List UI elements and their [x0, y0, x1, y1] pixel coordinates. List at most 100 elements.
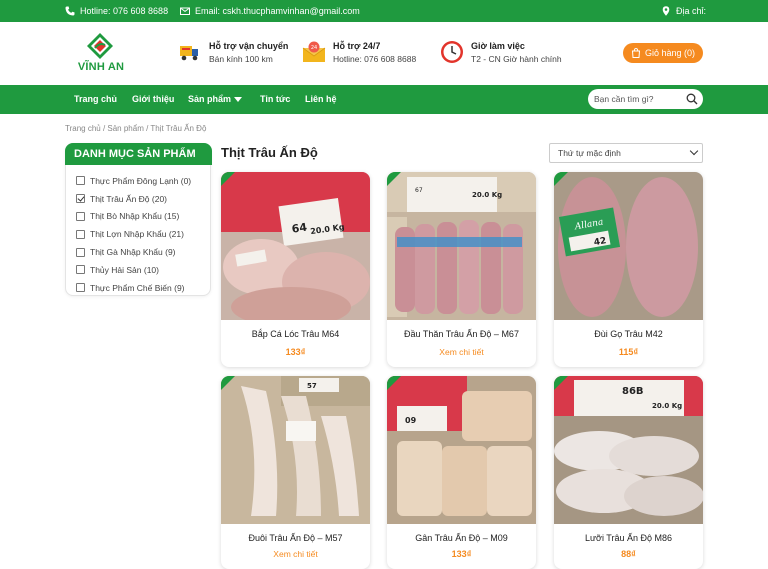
product-label-code: 86B: [622, 386, 644, 397]
checkbox[interactable]: [76, 283, 85, 293]
product-image[interactable]: 86B 20.0 Kg: [554, 376, 703, 524]
support-info: 24 Hỗ trợ 24/7 Hotline: 076 608 8688: [302, 40, 416, 66]
envelope-icon: [180, 7, 190, 15]
product-card[interactable]: 86B 20.0 Kg Lưỡi Trâu Ấn Độ M86 88₫: [554, 376, 703, 569]
product-label-code: 57: [307, 382, 317, 390]
product-name[interactable]: Bắp Cá Lóc Trâu M64: [221, 329, 370, 339]
category-label: Thịt Lợn Nhập Khẩu (21): [90, 229, 184, 240]
category-list: Thực Phẩm Đông Lạnh (0) Thịt Trâu Ấn Độ …: [76, 172, 191, 297]
product-price: 133₫: [451, 549, 472, 559]
category-item[interactable]: Thực Phẩm Chế Biến (9): [76, 279, 191, 297]
product-label-code: 64: [291, 221, 308, 236]
support-title: Hỗ trợ 24/7: [333, 41, 381, 51]
nav-item-contact[interactable]: Liên hệ: [305, 85, 337, 114]
category-item[interactable]: Thực Phẩm Đông Lạnh (0): [76, 172, 191, 190]
nav-item-news[interactable]: Tin tức: [260, 85, 290, 114]
shipping-title: Hỗ trợ vận chuyển: [209, 41, 289, 51]
view-details-link[interactable]: Xem chi tiết: [221, 549, 370, 559]
product-name[interactable]: Lưỡi Trâu Ấn Độ M86: [554, 533, 703, 543]
product-image[interactable]: 09: [387, 376, 536, 524]
hours-subtitle: T2 - CN Giờ hành chính: [471, 54, 562, 64]
logo[interactable]: VĨNH AN: [77, 32, 125, 78]
category-label: Thủy Hải Sản (10): [90, 264, 159, 275]
category-label: Thịt Gà Nhập Khẩu (9): [90, 247, 176, 258]
cart-button[interactable]: Giỏ hàng (0): [623, 43, 703, 63]
brand-name: VĨNH AN: [77, 61, 125, 73]
main-nav: Trang chủ Giới thiệu Sản phẩm Tin tức Li…: [0, 85, 768, 114]
view-details-link[interactable]: Xem chi tiết: [387, 347, 536, 357]
product-image[interactable]: 57: [221, 376, 370, 524]
shopping-bag-icon: [631, 48, 641, 58]
sort-select[interactable]: Thứ tự mặc định: [549, 143, 703, 163]
nav-item-about[interactable]: Giới thiệu: [132, 85, 174, 114]
checkbox[interactable]: [76, 211, 85, 221]
phone-icon: [65, 6, 75, 16]
category-item[interactable]: Thịt Gà Nhập Khẩu (9): [76, 243, 191, 261]
product-card[interactable]: 64 20.0 Kg Bắp Cá Lóc Trâu M64 133₫: [221, 172, 370, 367]
product-label-weight: 20.0 Kg: [472, 191, 502, 199]
category-label: Thực Phẩm Chế Biến (9): [90, 282, 185, 293]
chevron-down-icon: [234, 97, 243, 103]
category-item[interactable]: Thịt Bò Nhập Khẩu (15): [76, 208, 191, 226]
category-item[interactable]: Thủy Hải Sản (10): [76, 261, 191, 279]
search-input[interactable]: [594, 92, 682, 106]
product-card[interactable]: 57 Đuôi Trâu Ấn Độ – M57 Xem chi tiết: [221, 376, 370, 569]
support-subtitle: Hotline: 076 608 8688: [333, 54, 417, 64]
hotline-text: Hotline: 076 608 8688: [80, 6, 169, 16]
product-name[interactable]: Đùi Gọ Trâu M42: [554, 329, 703, 339]
product-name[interactable]: Đầu Thăn Trâu Ấn Độ – M67: [387, 329, 536, 339]
product-name[interactable]: Gân Trâu Ấn Độ – M09: [387, 533, 536, 543]
checkbox[interactable]: [76, 229, 85, 239]
email-text: Email: cskh.thucphamvinhan@gmail.com: [195, 6, 360, 16]
shipping-subtitle: Bán kính 100 km: [209, 54, 273, 64]
category-item[interactable]: Thịt Trâu Ấn Độ (20): [76, 190, 191, 208]
cart-label: Giỏ hàng (0): [644, 48, 696, 58]
product-image[interactable]: 67 20.0 Kg: [387, 172, 536, 320]
logo-mark-icon: [87, 33, 113, 59]
product-image[interactable]: 64 20.0 Kg: [221, 172, 370, 320]
category-label: Thịt Bò Nhập Khẩu (15): [90, 211, 180, 222]
location-pin-icon: [662, 6, 670, 16]
product-label-code: 09: [405, 416, 417, 425]
category-sidebar: DANH MỤC SẢN PHẨM Thực Phẩm Đông Lạnh (0…: [65, 143, 212, 297]
search-box: [588, 89, 703, 109]
search-icon[interactable]: [686, 93, 698, 105]
svg-text:24: 24: [311, 45, 317, 51]
product-price: 133₫: [285, 347, 306, 357]
checkbox-checked[interactable]: [76, 194, 85, 204]
product-card[interactable]: 09 Gân Trâu Ấn Độ – M09 133₫: [387, 376, 536, 569]
nav-item-products-label: Sản phẩm: [188, 94, 232, 104]
category-item[interactable]: Thịt Lợn Nhập Khẩu (21): [76, 225, 191, 243]
hotline-item[interactable]: Hotline: 076 608 8688: [65, 0, 168, 22]
product-label-code: 67: [415, 187, 423, 194]
email-item[interactable]: Email: cskh.thucphamvinhan@gmail.com: [180, 0, 360, 22]
product-name[interactable]: Đuôi Trâu Ấn Độ – M57: [221, 533, 370, 543]
address-text: Địa chỉ:: [676, 6, 707, 16]
checkbox[interactable]: [76, 247, 85, 257]
category-title: DANH MỤC SẢN PHẨM: [65, 143, 212, 165]
site-header: VĨNH AN Hỗ trợ vận chuyển Bán kính 100 k…: [0, 22, 768, 85]
page-title: Thịt Trâu Ấn Độ: [221, 145, 318, 160]
nav-item-home[interactable]: Trang chủ: [74, 85, 117, 114]
category-label: Thực Phẩm Đông Lạnh (0): [90, 175, 192, 186]
product-card[interactable]: Allana 42 Đùi Gọ Trâu M42 115₫: [554, 172, 703, 367]
shipping-info: Hỗ trợ vận chuyển Bán kính 100 km: [178, 40, 288, 66]
product-price: 115₫: [618, 347, 639, 357]
address-item[interactable]: Địa chỉ:: [661, 0, 706, 22]
hours-title: Giờ làm việc: [471, 41, 525, 51]
category-label: Thịt Trâu Ấn Độ (20): [90, 193, 168, 204]
chevron-down-icon: [689, 146, 699, 156]
product-card[interactable]: 67 20.0 Kg Đầu Thăn Trâu Ấn Độ – M67 Xem…: [387, 172, 536, 367]
product-price: 88₫: [621, 549, 636, 559]
checkbox[interactable]: [76, 176, 85, 186]
hours-info: Giờ làm việc T2 - CN Giờ hành chính: [440, 40, 562, 66]
nav-item-products[interactable]: Sản phẩm: [188, 85, 243, 114]
delivery-truck-icon: [180, 46, 198, 61]
sort-label: Thứ tự mặc định: [558, 148, 621, 158]
breadcrumb[interactable]: Trang chủ / Sản phẩm / Thịt Trâu Ấn Độ: [65, 124, 206, 133]
top-bar: Hotline: 076 608 8688 Email: cskh.thucph…: [0, 0, 768, 22]
checkbox[interactable]: [76, 265, 85, 275]
product-image[interactable]: Allana 42: [554, 172, 703, 320]
product-label-weight: 20.0 Kg: [652, 402, 682, 410]
clock-icon: [441, 41, 463, 63]
